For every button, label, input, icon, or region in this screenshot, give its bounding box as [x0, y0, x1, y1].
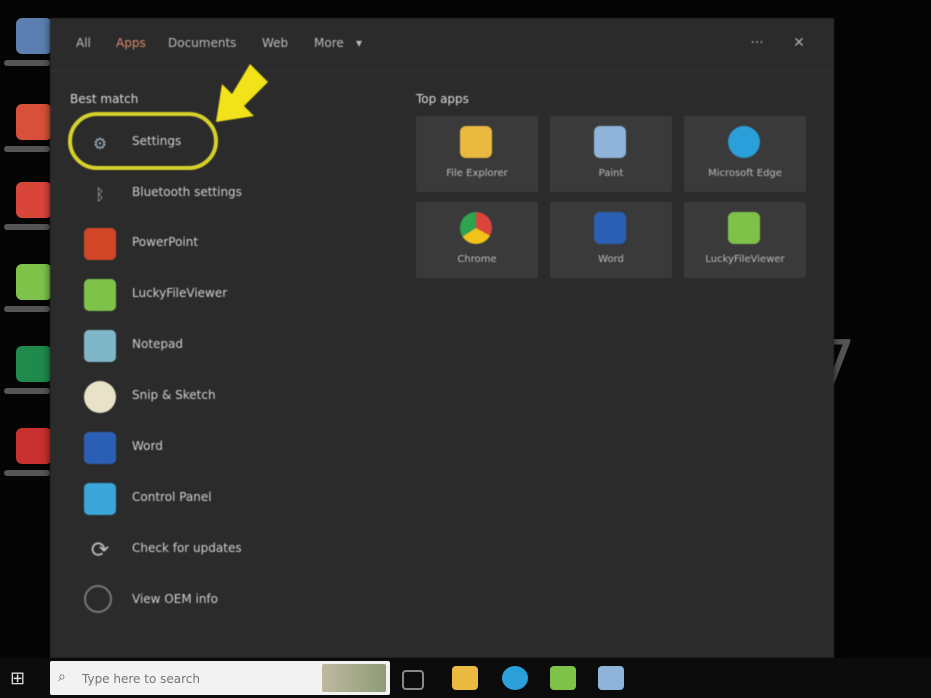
search-highlight-image — [322, 664, 386, 692]
tile-word[interactable]: Word — [550, 202, 672, 278]
tile-label: Microsoft Edge — [708, 168, 782, 179]
tab-apps[interactable]: Apps — [116, 36, 146, 50]
result-label: PowerPoint — [132, 235, 199, 249]
desktop-icon-label — [4, 306, 50, 312]
tile-paint[interactable]: Paint — [550, 116, 672, 192]
desktop-icon-label — [4, 388, 50, 394]
tile-microsoft-edge[interactable]: Microsoft Edge — [684, 116, 806, 192]
result-powerpoint[interactable]: PowerPoint — [84, 224, 384, 264]
result-snip-sketch[interactable]: Snip & Sketch — [84, 377, 384, 417]
file-viewer-icon — [84, 279, 116, 311]
result-word[interactable]: Word — [84, 428, 384, 468]
search-icon: ⌕ — [58, 669, 66, 685]
tab-documents[interactable]: Documents — [168, 36, 236, 50]
file-viewer-icon — [728, 212, 760, 244]
windows-start-icon[interactable]: ⊞ — [10, 668, 32, 689]
info-icon — [84, 585, 112, 613]
result-control-panel[interactable]: Control Panel — [84, 479, 384, 519]
taskbar-search-box[interactable]: ⌕ — [50, 661, 390, 695]
powerpoint-icon — [84, 228, 116, 260]
desktop: 7 All Apps Documents Web More ▾ ··· ✕ Be… — [0, 0, 931, 698]
snip-icon — [84, 381, 116, 413]
desktop-icon-label — [4, 60, 50, 66]
desktop-icon-file-viewer[interactable] — [16, 264, 52, 300]
desktop-icon-label — [4, 224, 50, 230]
tile-label: Word — [598, 254, 624, 265]
tile-label: Paint — [598, 168, 624, 179]
tab-all[interactable]: All — [76, 36, 91, 50]
desktop-icon-excel[interactable] — [16, 346, 52, 382]
result-label: LuckyFileViewer — [132, 286, 228, 300]
edge-icon[interactable] — [502, 666, 528, 690]
tab-web[interactable]: Web — [262, 36, 288, 50]
paint-icon — [594, 126, 626, 158]
desktop-icon-label — [4, 470, 50, 476]
close-icon[interactable]: ✕ — [788, 32, 810, 54]
result-label: Bluetooth settings — [132, 185, 242, 199]
menu-header: All Apps Documents Web More ▾ ··· ✕ — [50, 18, 834, 71]
best-match-title: Best match — [70, 92, 139, 106]
chrome-icon — [460, 212, 492, 244]
notepad-icon — [84, 330, 116, 362]
chevron-down-icon[interactable]: ▾ — [356, 36, 362, 50]
tile-label: Chrome — [457, 254, 497, 265]
search-app-icon[interactable] — [598, 666, 624, 690]
tile-chrome[interactable]: Chrome — [416, 202, 538, 278]
desktop-icon-recycle-bin[interactable] — [16, 18, 52, 54]
result-label: Snip & Sketch — [132, 388, 216, 402]
result-notepad[interactable]: Notepad — [84, 326, 384, 366]
edge-icon — [728, 126, 760, 158]
tile-label: File Explorer — [446, 168, 508, 179]
tile-label: LuckyFileViewer — [705, 254, 785, 265]
tile-file-viewer[interactable]: LuckyFileViewer — [684, 202, 806, 278]
task-view-icon[interactable] — [402, 670, 424, 690]
search-input[interactable] — [80, 669, 314, 689]
desktop-icon-app-red[interactable] — [16, 428, 52, 464]
bluetooth-icon: ᛒ — [95, 184, 105, 204]
result-file-viewer[interactable]: LuckyFileViewer — [84, 275, 384, 315]
result-label: Check for updates — [132, 541, 242, 555]
desktop-icon-chrome[interactable] — [16, 182, 52, 218]
result-label: Word — [132, 439, 163, 453]
start-menu-search-panel: All Apps Documents Web More ▾ ··· ✕ Best… — [50, 18, 834, 658]
tab-more[interactable]: More — [314, 36, 344, 50]
result-bluetooth-settings[interactable]: ᛒ Bluetooth settings — [84, 174, 384, 214]
desktop-icon-app[interactable] — [16, 104, 52, 140]
word-icon — [594, 212, 626, 244]
folder-icon — [460, 126, 492, 158]
result-label: Control Panel — [132, 490, 212, 504]
desktop-icon-label — [4, 146, 50, 152]
word-icon — [84, 432, 116, 464]
taskbar: ⊞ ⌕ — [0, 658, 931, 698]
options-icon[interactable]: ··· — [746, 32, 768, 54]
annotation-arrow-icon — [216, 64, 268, 122]
folder-icon[interactable] — [452, 666, 478, 690]
update-icon: ⟳ — [90, 537, 110, 563]
control-panel-icon — [84, 483, 116, 515]
result-oem-info[interactable]: View OEM info — [84, 581, 384, 621]
result-check-updates[interactable]: ⟳ Check for updates — [84, 530, 384, 570]
result-label: View OEM info — [132, 592, 218, 606]
tile-file-explorer[interactable]: File Explorer — [416, 116, 538, 192]
result-label: Notepad — [132, 337, 183, 351]
highlight-circle — [68, 112, 218, 170]
top-apps-title: Top apps — [416, 92, 469, 106]
file-viewer-icon[interactable] — [550, 666, 576, 690]
